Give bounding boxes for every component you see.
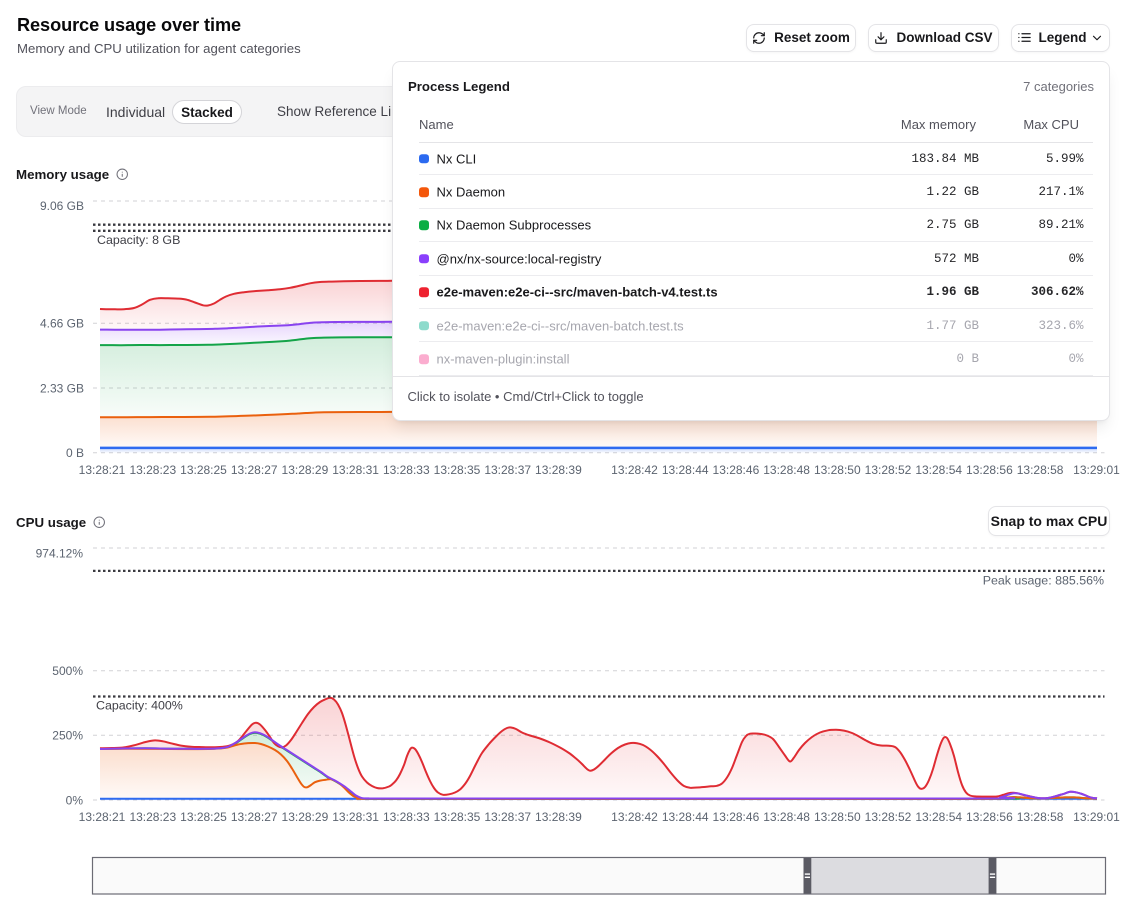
svg-text:0%: 0% xyxy=(66,793,84,807)
svg-text:13:28:52: 13:28:52 xyxy=(865,810,912,824)
svg-text:13:28:42: 13:28:42 xyxy=(611,810,658,824)
svg-text:13:28:35: 13:28:35 xyxy=(434,810,481,824)
svg-text:13:28:56: 13:28:56 xyxy=(966,810,1013,824)
svg-text:13:28:54: 13:28:54 xyxy=(915,463,962,477)
svg-text:13:28:23: 13:28:23 xyxy=(129,463,176,477)
svg-text:13:28:27: 13:28:27 xyxy=(231,810,278,824)
svg-text:13:28:31: 13:28:31 xyxy=(332,463,379,477)
svg-text:Capacity: 8 GB: Capacity: 8 GB xyxy=(97,233,180,247)
svg-text:13:28:42: 13:28:42 xyxy=(611,463,658,477)
svg-text:13:28:25: 13:28:25 xyxy=(180,810,227,824)
svg-text:974.12%: 974.12% xyxy=(36,546,84,560)
svg-text:13:28:29: 13:28:29 xyxy=(282,463,329,477)
svg-text:13:28:35: 13:28:35 xyxy=(434,463,481,477)
svg-text:13:28:50: 13:28:50 xyxy=(814,810,861,824)
svg-text:13:29:01: 13:29:01 xyxy=(1073,463,1120,477)
svg-text:9.06 GB: 9.06 GB xyxy=(40,199,84,213)
svg-text:13:28:33: 13:28:33 xyxy=(383,810,430,824)
svg-text:13:28:44: 13:28:44 xyxy=(662,810,709,824)
svg-text:13:28:37: 13:28:37 xyxy=(484,810,531,824)
svg-text:13:28:39: 13:28:39 xyxy=(535,810,582,824)
svg-text:13:28:21: 13:28:21 xyxy=(79,463,126,477)
svg-text:4.66 GB: 4.66 GB xyxy=(40,317,84,331)
svg-text:2.33 GB: 2.33 GB xyxy=(40,381,84,395)
svg-text:13:28:44: 13:28:44 xyxy=(662,463,709,477)
svg-text:13:29:01: 13:29:01 xyxy=(1073,810,1120,824)
svg-text:13:28:58: 13:28:58 xyxy=(1017,810,1064,824)
svg-text:0 B: 0 B xyxy=(66,446,84,460)
svg-text:13:28:54: 13:28:54 xyxy=(915,810,962,824)
svg-text:Capacity: 400%: Capacity: 400% xyxy=(96,698,183,712)
svg-text:13:28:25: 13:28:25 xyxy=(180,463,227,477)
svg-text:13:28:29: 13:28:29 xyxy=(282,810,329,824)
svg-text:13:28:56: 13:28:56 xyxy=(966,463,1013,477)
svg-text:13:28:48: 13:28:48 xyxy=(763,463,810,477)
svg-text:Peak usage: 885.56%: Peak usage: 885.56% xyxy=(983,573,1104,587)
svg-text:250%: 250% xyxy=(52,729,83,743)
svg-text:13:28:37: 13:28:37 xyxy=(484,463,531,477)
svg-text:13:28:52: 13:28:52 xyxy=(865,463,912,477)
svg-text:13:28:50: 13:28:50 xyxy=(814,463,861,477)
svg-text:13:28:23: 13:28:23 xyxy=(129,810,176,824)
svg-text:13:28:31: 13:28:31 xyxy=(332,810,379,824)
svg-text:13:28:27: 13:28:27 xyxy=(231,463,278,477)
svg-text:13:28:21: 13:28:21 xyxy=(79,810,126,824)
svg-text:13:28:46: 13:28:46 xyxy=(713,463,760,477)
svg-text:13:28:48: 13:28:48 xyxy=(763,810,810,824)
svg-text:13:28:58: 13:28:58 xyxy=(1017,463,1064,477)
svg-text:13:28:46: 13:28:46 xyxy=(713,810,760,824)
svg-text:500%: 500% xyxy=(52,664,83,678)
svg-text:13:28:39: 13:28:39 xyxy=(535,463,582,477)
svg-text:13:28:33: 13:28:33 xyxy=(383,463,430,477)
